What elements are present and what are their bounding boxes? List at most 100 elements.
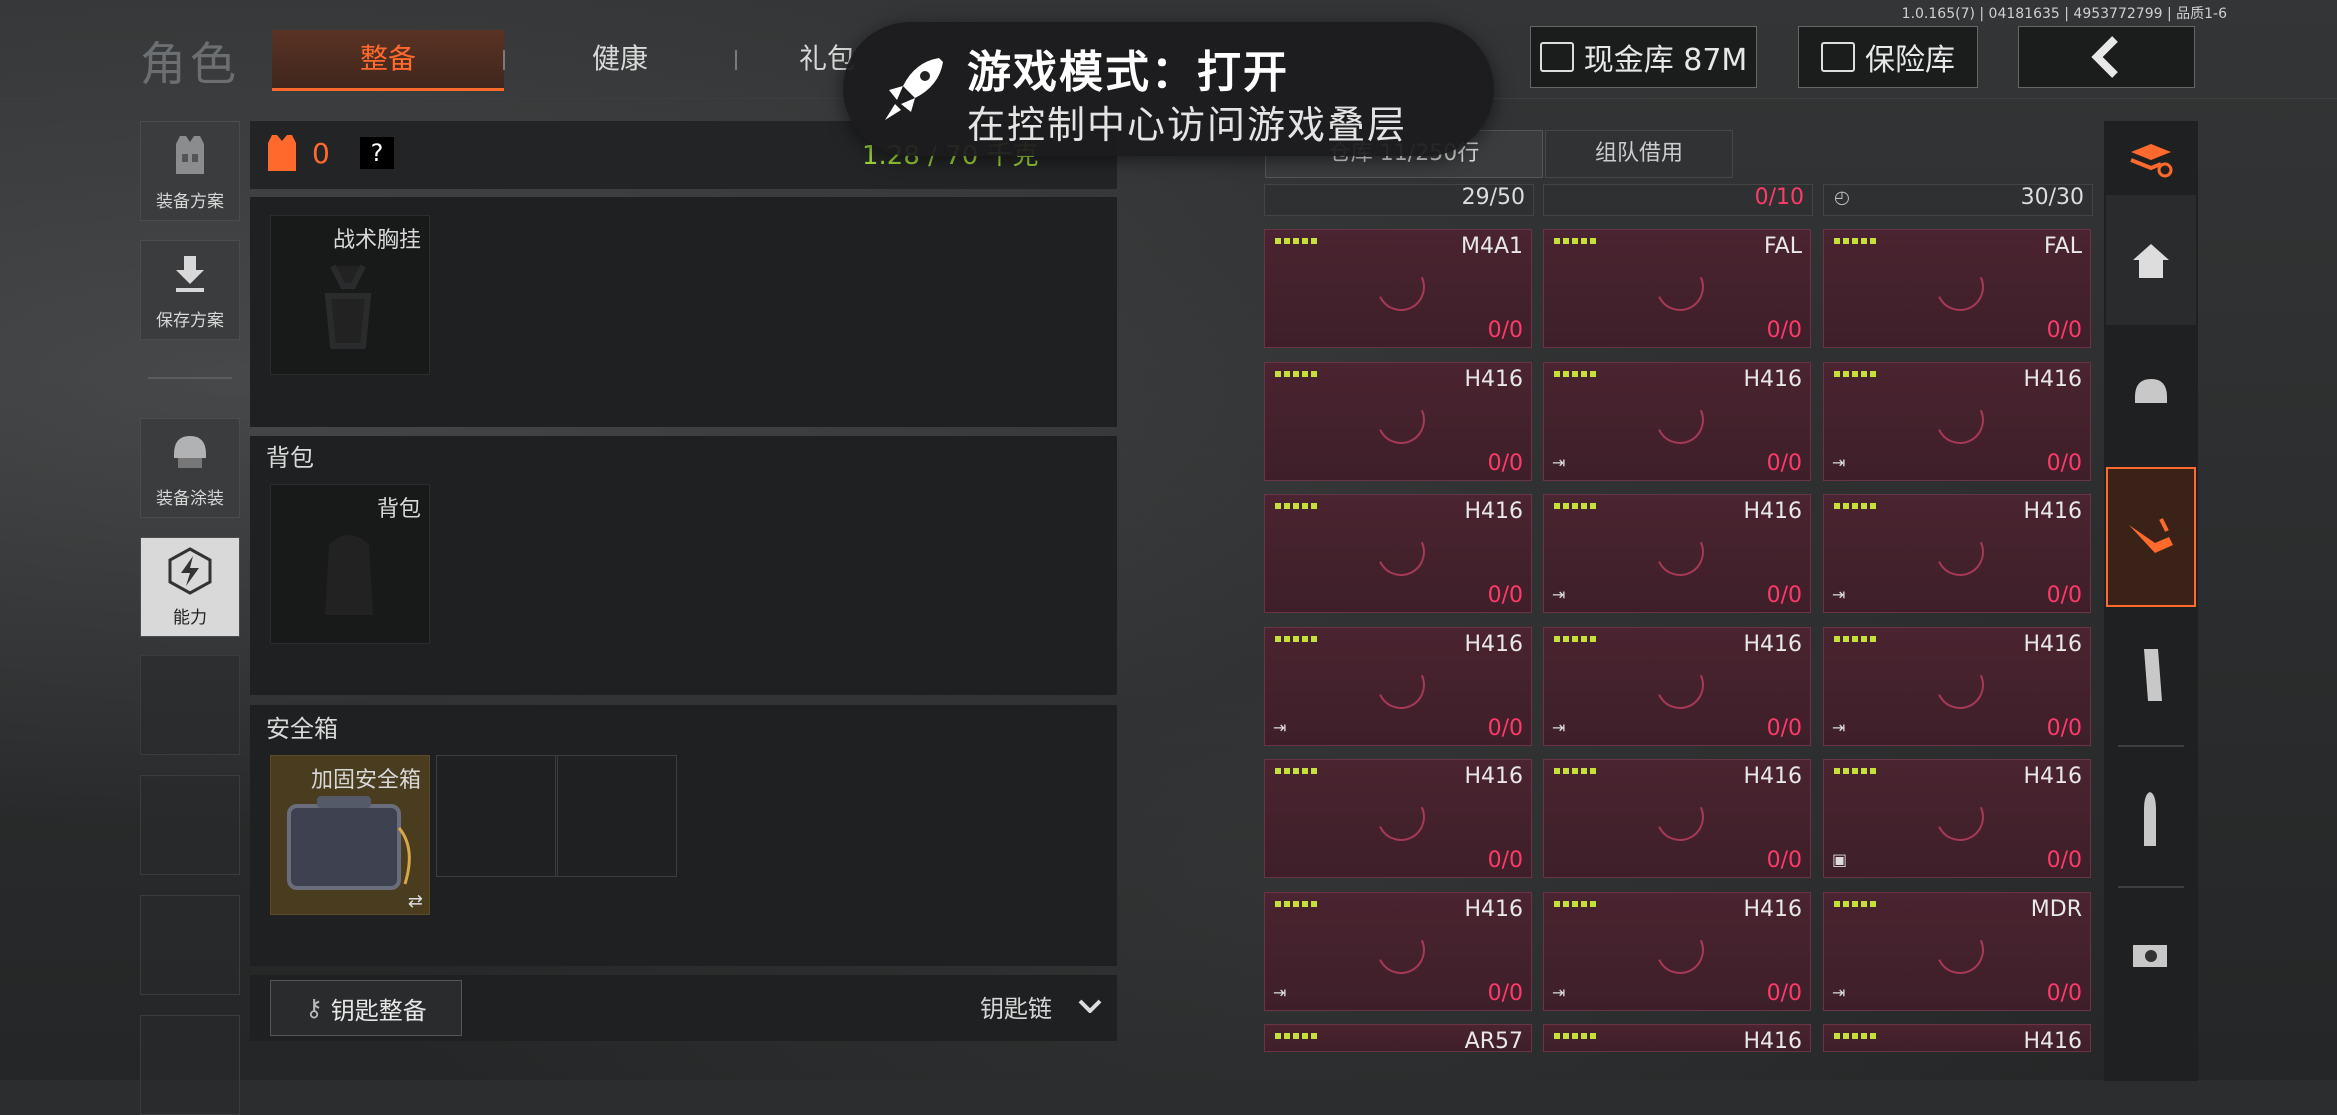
nav-ammo[interactable] (2106, 760, 2196, 880)
nav-label: 装备方案 (156, 192, 224, 212)
loading-spinner-icon (1370, 654, 1432, 716)
weapon-card[interactable]: H416 0/0 ▣ (1823, 759, 2091, 878)
weapon-card[interactable]: H416 0/0 (1264, 362, 1532, 481)
quality-indicator (1554, 503, 1598, 509)
chevron-down-icon[interactable] (1078, 999, 1102, 1013)
weapon-card[interactable]: H416 0/0 (1264, 759, 1532, 878)
loading-spinner-icon (1649, 919, 1711, 981)
safebox-grid-cell[interactable] (555, 755, 677, 877)
quality-indicator (1554, 1033, 1598, 1039)
quality-indicator (1554, 371, 1598, 377)
weapon-name: H416 (2023, 764, 2082, 789)
safebox-section: 安全箱 加固安全箱 ⇄ (250, 705, 1117, 966)
weapon-name: H416 (2023, 1029, 2082, 1054)
tab-health[interactable]: 健康 (540, 30, 700, 88)
nav-skins[interactable]: 装备涂装 (140, 418, 240, 518)
swap-icon[interactable]: ⇄ (408, 891, 423, 912)
weapon-card[interactable]: H416 0/0 ⇥ (1823, 362, 2091, 481)
loading-spinner-icon (1929, 521, 1991, 583)
weapon-name: AR57 (1464, 1029, 1523, 1054)
weapon-card[interactable]: MDR 0/0 ⇥ (1823, 892, 2091, 1011)
safe-vault-button[interactable]: 保险库 (1798, 26, 1978, 88)
nav-label: 能力 (173, 608, 207, 628)
tab-separator (735, 50, 737, 70)
chest-rig-slot[interactable]: 战术胸挂 (270, 215, 430, 375)
weapon-card[interactable]: H416 (1543, 1024, 1811, 1054)
nav-empty-slot (140, 1015, 240, 1115)
weapon-card[interactable]: H416 (1823, 1024, 2091, 1054)
nav-ability[interactable]: 能力 (140, 537, 240, 637)
ammo-count: 0/0 (2046, 981, 2082, 1006)
quality-indicator (1834, 636, 1878, 642)
weapon-name: H416 (1464, 499, 1523, 524)
help-button[interactable]: ? (360, 137, 394, 169)
item-tag-icon: ⇥ (1273, 983, 1287, 1002)
loading-spinner-icon (1370, 389, 1432, 451)
weapon-card[interactable]: H416 0/0 ⇥ (1543, 494, 1811, 613)
weapon-card[interactable]: H416 0/0 (1264, 494, 1532, 613)
nav-magazines[interactable] (2106, 615, 2196, 735)
key-icon: ⚷ (305, 994, 323, 1022)
weapon-card[interactable]: H416 0/0 ⇥ (1264, 627, 1532, 746)
weapon-name: H416 (1464, 367, 1523, 392)
back-button[interactable] (2018, 26, 2195, 88)
loading-spinner-icon (1649, 389, 1711, 451)
weapon-card[interactable]: M4A1 0/0 (1264, 229, 1532, 348)
keys-loadout-button[interactable]: ⚷ 钥匙整备 (270, 980, 462, 1036)
loading-spinner-icon (1649, 521, 1711, 583)
loading-spinner-icon (1929, 654, 1991, 716)
nav-weapons[interactable] (2106, 467, 2196, 607)
quality-indicator (1554, 768, 1598, 774)
nav-sights[interactable] (2106, 900, 2196, 1010)
nav-empty-slot (140, 655, 240, 755)
weapon-card[interactable]: H416 0/0 ⇥ (1543, 892, 1811, 1011)
nav-loadout-plan[interactable]: 装备方案 (140, 121, 240, 221)
weapon-card[interactable]: H416 0/0 (1543, 759, 1811, 878)
download-icon (176, 255, 204, 292)
weapon-name: H416 (2023, 632, 2082, 657)
weapon-name: H416 (1743, 367, 1802, 392)
safebox-grid-cell[interactable] (436, 755, 558, 877)
backpack-section: 背包 背包 (250, 436, 1117, 695)
storage-cell[interactable]: ◴ 30/30 (1823, 184, 2093, 216)
weapon-name: FAL (2044, 234, 2082, 259)
nav-stack[interactable] (2106, 130, 2196, 190)
weapon-card[interactable]: AR57 (1264, 1024, 1532, 1054)
nav-label: 装备涂装 (156, 489, 224, 509)
cash-vault-button[interactable]: 现金库 87M (1530, 26, 1757, 88)
nav-gear[interactable] (2106, 335, 2196, 455)
loading-spinner-icon (1370, 521, 1432, 583)
backpack-heading: 背包 (266, 444, 314, 472)
rocket-icon (885, 58, 943, 120)
weapon-card[interactable]: H416 0/0 ⇥ (1264, 892, 1532, 1011)
nav-home[interactable] (2106, 195, 2196, 325)
item-tag-icon: ⇥ (1832, 983, 1846, 1002)
nav-save-plan[interactable]: 保存方案 (140, 240, 240, 340)
weapon-card[interactable]: FAL 0/0 (1543, 229, 1811, 348)
storage-cell[interactable]: 0/10 (1543, 184, 1813, 216)
weapon-card[interactable]: FAL 0/0 (1823, 229, 2091, 348)
storage-cell[interactable]: 29/50 (1264, 184, 1534, 216)
quality-indicator (1834, 768, 1878, 774)
weapon-card[interactable]: H416 0/0 ⇥ (1823, 627, 2091, 746)
backpack-slot[interactable]: 背包 (270, 484, 430, 644)
vest-icon (176, 135, 204, 174)
weapon-card[interactable]: H416 0/0 ⇥ (1543, 362, 1811, 481)
item-tag-icon: ⇥ (1552, 585, 1566, 604)
loading-spinner-icon (1649, 256, 1711, 318)
weapon-card[interactable]: H416 0/0 ⇥ (1543, 627, 1811, 746)
tab-team-borrow[interactable]: 组队借用 (1545, 130, 1733, 178)
weapon-name: H416 (1743, 632, 1802, 657)
keychain-label[interactable]: 钥匙链 (980, 989, 1052, 1024)
nav-label: 保存方案 (156, 311, 224, 331)
tab-loadout[interactable]: 整备 (272, 30, 504, 91)
ammo-count: 0/0 (1487, 848, 1523, 873)
weapon-name: H416 (1743, 764, 1802, 789)
safebox-slot[interactable]: 加固安全箱 ⇄ (270, 755, 430, 915)
item-tag-icon: ⇥ (1273, 718, 1287, 737)
home-icon (2133, 244, 2169, 278)
armor-icon (268, 135, 296, 171)
toast-subtitle: 在控制中心访问游戏叠层 (967, 103, 1408, 147)
nav-divider (148, 377, 232, 379)
weapon-card[interactable]: H416 0/0 ⇥ (1823, 494, 2091, 613)
